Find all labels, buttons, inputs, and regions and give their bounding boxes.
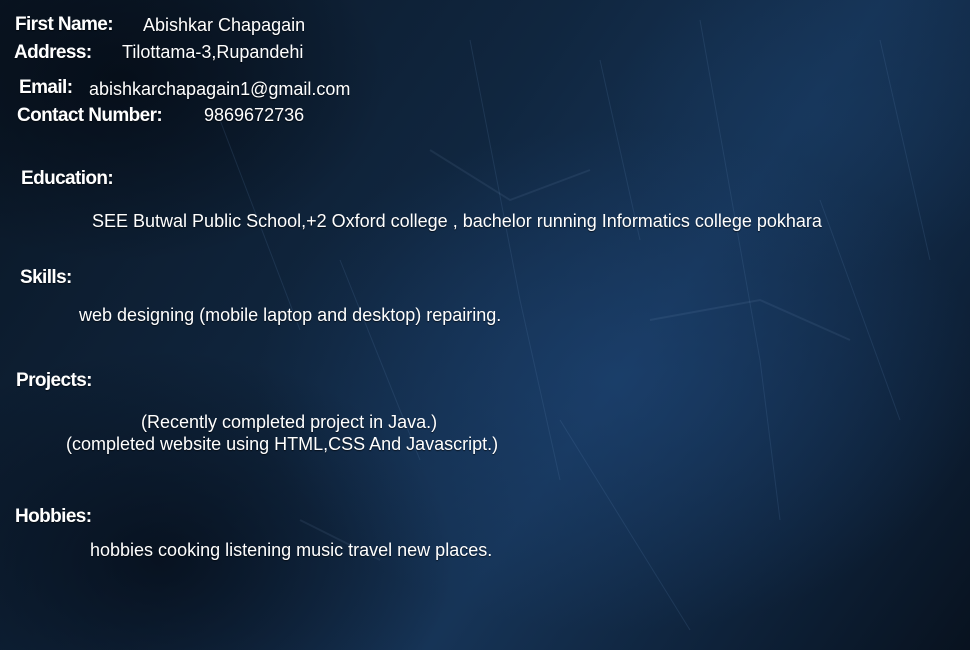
address-label: Address: [14,42,92,63]
skills-text: web designing (mobile laptop and desktop… [79,305,502,325]
first-name-value: Abishkar Chapagain [143,15,306,35]
contact-number-label: Contact Number: [17,105,163,126]
email-value: abishkarchapagain1@gmail.com [89,79,351,99]
education-text: SEE Butwal Public School,+2 Oxford colle… [92,211,822,231]
address-value: Tilottama-3,Rupandehi [122,42,304,62]
project-item-java: (Recently completed project in Java.) [141,412,438,432]
skills-heading: Skills: [20,267,72,288]
education-heading: Education: [21,168,114,189]
hobbies-text: hobbies cooking listening music travel n… [90,540,493,560]
email-label: Email: [19,77,73,98]
hobbies-heading: Hobbies: [15,506,92,527]
projects-heading: Projects: [16,370,93,391]
first-name-label: First Name: [15,14,114,35]
project-item-website: (completed website using HTML,CSS And Ja… [66,434,499,454]
contact-number-value: 9869672736 [204,105,305,125]
